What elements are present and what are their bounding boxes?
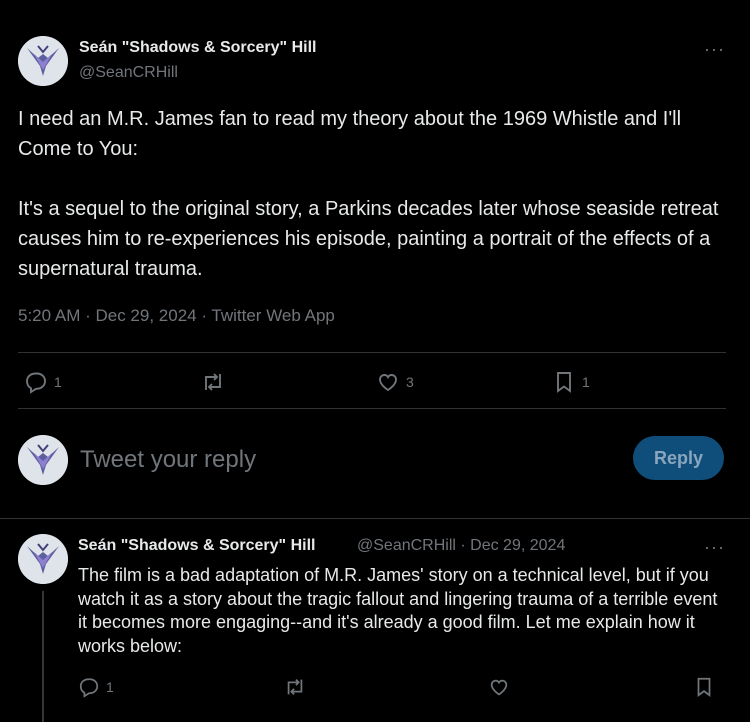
divider — [18, 352, 726, 353]
like-count: 3 — [406, 374, 414, 390]
retweet-action[interactable] — [201, 370, 231, 394]
bookmark-icon — [697, 677, 711, 697]
author-handle[interactable]: @SeanCRHill — [79, 64, 178, 82]
wizard-avatar-icon — [18, 36, 68, 86]
reply-count: 1 — [54, 374, 62, 390]
divider — [0, 518, 750, 519]
reply-author-name[interactable]: Seán "Shadows & Sorcery" Hill — [78, 537, 315, 555]
reply-count: 1 — [106, 679, 114, 695]
reply-action[interactable]: 1 — [24, 370, 62, 394]
reply-author-avatar[interactable] — [18, 534, 68, 584]
bookmark-action[interactable]: 1 — [552, 370, 590, 394]
reply-input[interactable]: Tweet your reply — [80, 446, 256, 474]
wizard-avatar-icon — [18, 435, 68, 485]
reply-icon — [79, 678, 99, 698]
more-icon[interactable]: ··· — [704, 40, 725, 58]
retweet-icon — [205, 373, 221, 391]
reply-handle-date[interactable]: @SeanCRHill · Dec 29, 2024 — [357, 537, 565, 555]
author-avatar[interactable] — [18, 36, 68, 86]
reply-icon — [26, 372, 46, 394]
reply-action[interactable]: 1 — [78, 676, 114, 698]
composer-avatar — [18, 435, 68, 485]
wizard-avatar-icon — [18, 534, 68, 584]
like-action[interactable]: 3 — [376, 370, 414, 394]
tweet-timestamp[interactable]: 5:20 AM · Dec 29, 2024 · Twitter Web App — [18, 306, 335, 326]
bookmark-count: 1 — [582, 374, 590, 390]
divider — [18, 408, 726, 409]
tweet-text: I need an M.R. James fan to read my theo… — [18, 108, 719, 280]
reply-button[interactable]: Reply — [633, 436, 724, 480]
like-action[interactable] — [488, 676, 510, 698]
author-name[interactable]: Seán "Shadows & Sorcery" Hill — [79, 39, 316, 57]
heart-icon — [490, 679, 508, 696]
bookmark-icon — [557, 372, 571, 393]
heart-icon — [379, 374, 397, 392]
retweet-icon — [287, 679, 303, 695]
thread-line — [42, 591, 44, 722]
reply-tweet-text: The film is a bad adaptation of M.R. Jam… — [78, 565, 718, 656]
bookmark-action[interactable] — [693, 676, 715, 698]
more-icon[interactable]: ··· — [704, 538, 725, 556]
retweet-action[interactable] — [284, 676, 306, 698]
